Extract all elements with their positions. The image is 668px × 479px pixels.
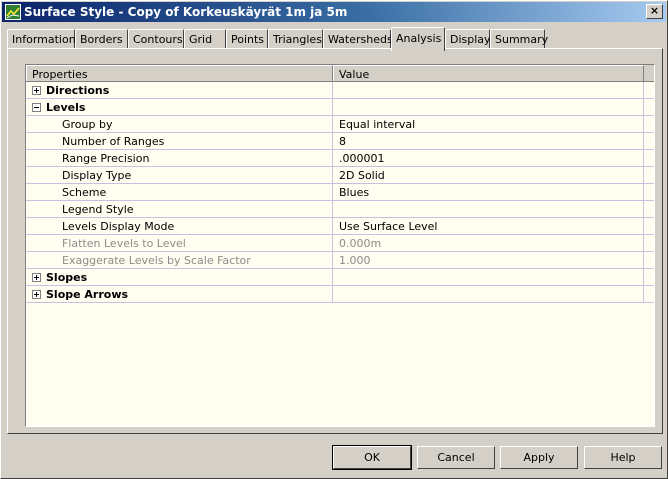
window-title: Surface Style - Copy of Korkeuskäyrät 1m… (24, 5, 348, 19)
property-value: 0.000m (333, 235, 644, 251)
property-label: Legend Style (26, 201, 333, 217)
property-value (333, 99, 644, 115)
property-row-display-type[interactable]: Display Type 2D Solid (26, 167, 654, 184)
property-value[interactable]: Equal interval (333, 116, 644, 132)
property-row-scheme[interactable]: Scheme Blues (26, 184, 654, 201)
tab-summary[interactable]: Summary (490, 29, 549, 49)
close-icon: × (649, 4, 660, 17)
tab-label: Borders (80, 33, 123, 46)
close-button[interactable]: × (646, 4, 663, 19)
property-label: Range Precision (26, 150, 333, 166)
property-value[interactable]: Blues (333, 184, 644, 200)
property-value (333, 82, 644, 98)
property-value[interactable]: Use Surface Level (333, 218, 644, 234)
tab-label: Display (450, 33, 491, 46)
property-value[interactable]: 2D Solid (333, 167, 644, 183)
property-row-exaggerate-levels: Exaggerate Levels by Scale Factor 1.000 (26, 252, 654, 269)
properties-column-header[interactable]: Properties (26, 65, 333, 81)
property-label: Levels (26, 99, 333, 115)
property-value[interactable]: 8 (333, 133, 644, 149)
tab-triangles[interactable]: Triangles (268, 29, 323, 49)
tab-label: Analysis (396, 32, 442, 45)
property-label: Slope Arrows (26, 286, 333, 302)
group-row-levels[interactable]: Levels (26, 99, 654, 116)
property-grid: Properties Value Directions Levels Group… (25, 64, 655, 427)
property-row-range-precision[interactable]: Range Precision .000001 (26, 150, 654, 167)
property-value: 1.000 (333, 252, 644, 268)
surface-style-icon (5, 4, 21, 20)
tab-watersheds[interactable]: Watersheds (323, 29, 393, 49)
title-bar[interactable]: Surface Style - Copy of Korkeuskäyrät 1m… (2, 2, 666, 22)
group-row-slopes[interactable]: Slopes (26, 269, 654, 286)
tab-label: Grid (189, 33, 213, 46)
apply-button[interactable]: Apply (500, 446, 578, 469)
tab-points[interactable]: Points (226, 29, 268, 49)
property-value (333, 269, 644, 285)
property-value[interactable] (333, 201, 644, 217)
tab-label: Information (12, 33, 76, 46)
property-label: Flatten Levels to Level (26, 235, 333, 251)
value-column-header[interactable]: Value (333, 65, 644, 81)
property-label: Levels Display Mode (26, 218, 333, 234)
property-label: Display Type (26, 167, 333, 183)
property-label: Directions (26, 82, 333, 98)
cancel-button[interactable]: Cancel (417, 446, 495, 469)
tab-display[interactable]: Display (445, 29, 491, 49)
property-value[interactable]: .000001 (333, 150, 644, 166)
tab-label: Triangles (273, 33, 322, 46)
group-row-directions[interactable]: Directions (26, 82, 654, 99)
tab-label: Contours (133, 33, 183, 46)
tab-strip: Information Borders Contours Grid Points… (7, 27, 663, 51)
tab-borders[interactable]: Borders (75, 29, 128, 49)
property-label: Slopes (26, 269, 333, 285)
tab-label: Summary (495, 33, 549, 46)
property-row-number-of-ranges[interactable]: Number of Ranges 8 (26, 133, 654, 150)
property-label: Exaggerate Levels by Scale Factor (26, 252, 333, 268)
ok-button[interactable]: OK (332, 445, 412, 470)
grid-header: Properties Value (26, 65, 654, 82)
property-row-group-by[interactable]: Group by Equal interval (26, 116, 654, 133)
surface-style-dialog: Surface Style - Copy of Korkeuskäyrät 1m… (0, 0, 668, 479)
group-row-slope-arrows[interactable]: Slope Arrows (26, 286, 654, 303)
property-row-legend-style[interactable]: Legend Style (26, 201, 654, 218)
property-row-levels-display-mode[interactable]: Levels Display Mode Use Surface Level (26, 218, 654, 235)
tab-contours[interactable]: Contours (128, 29, 184, 49)
help-button[interactable]: Help (584, 446, 662, 469)
tab-analysis[interactable]: Analysis (391, 27, 445, 51)
tab-grid[interactable]: Grid (184, 29, 226, 49)
tab-label: Watersheds (328, 33, 393, 46)
property-label: Scheme (26, 184, 333, 200)
tab-label: Points (231, 33, 265, 46)
analysis-tab-panel: Properties Value Directions Levels Group… (7, 48, 663, 434)
property-label: Number of Ranges (26, 133, 333, 149)
property-label: Group by (26, 116, 333, 132)
property-value (333, 286, 644, 302)
property-row-flatten-levels: Flatten Levels to Level 0.000m (26, 235, 654, 252)
tab-information[interactable]: Information (7, 29, 76, 49)
